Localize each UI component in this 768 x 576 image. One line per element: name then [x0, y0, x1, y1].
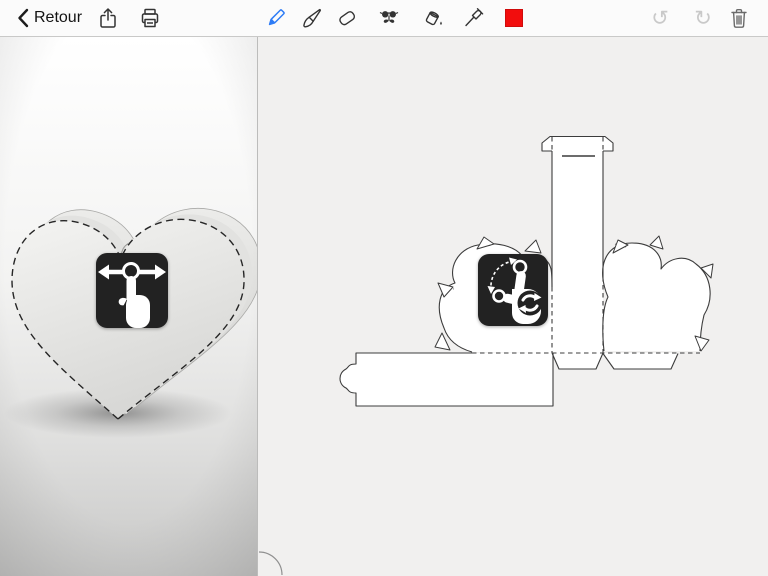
undo-button[interactable]: ↺ [648, 6, 672, 30]
chevron-left-icon [14, 6, 32, 30]
eraser-tool-button[interactable] [335, 6, 359, 30]
current-color-swatch[interactable] [505, 9, 523, 27]
rotate-gesture-icon [478, 254, 548, 326]
pencil-icon [264, 6, 288, 30]
fill-tool-button[interactable] [422, 6, 446, 30]
preview-3d-canvas[interactable] [0, 37, 257, 576]
disguise-glasses-mustache-icon [377, 6, 401, 30]
toolbar: Retour [0, 0, 768, 37]
eyedropper-icon [461, 6, 485, 30]
trash-button[interactable] [727, 6, 751, 30]
eraser-icon [335, 6, 359, 30]
share-button[interactable] [96, 6, 120, 30]
template-2d-canvas[interactable] [258, 37, 768, 576]
eyedropper-tool-button[interactable] [461, 6, 485, 30]
trash-icon [727, 6, 751, 30]
brush-tool-button[interactable] [300, 6, 324, 30]
page-curl-indicator[interactable] [258, 550, 284, 576]
redo-button[interactable]: ↻ [691, 6, 715, 30]
back-label: Retour [34, 9, 82, 27]
paint-bucket-icon [422, 6, 446, 30]
brush-icon [300, 6, 324, 30]
share-icon [96, 6, 120, 30]
workspace [0, 37, 768, 576]
back-button[interactable]: Retour [10, 0, 86, 36]
swipe-horizontal-gesture-icon [96, 253, 168, 328]
pencil-tool-button[interactable] [264, 6, 288, 30]
print-button[interactable] [138, 6, 162, 30]
stickers-tool-button[interactable] [377, 6, 401, 30]
print-icon [138, 6, 162, 30]
